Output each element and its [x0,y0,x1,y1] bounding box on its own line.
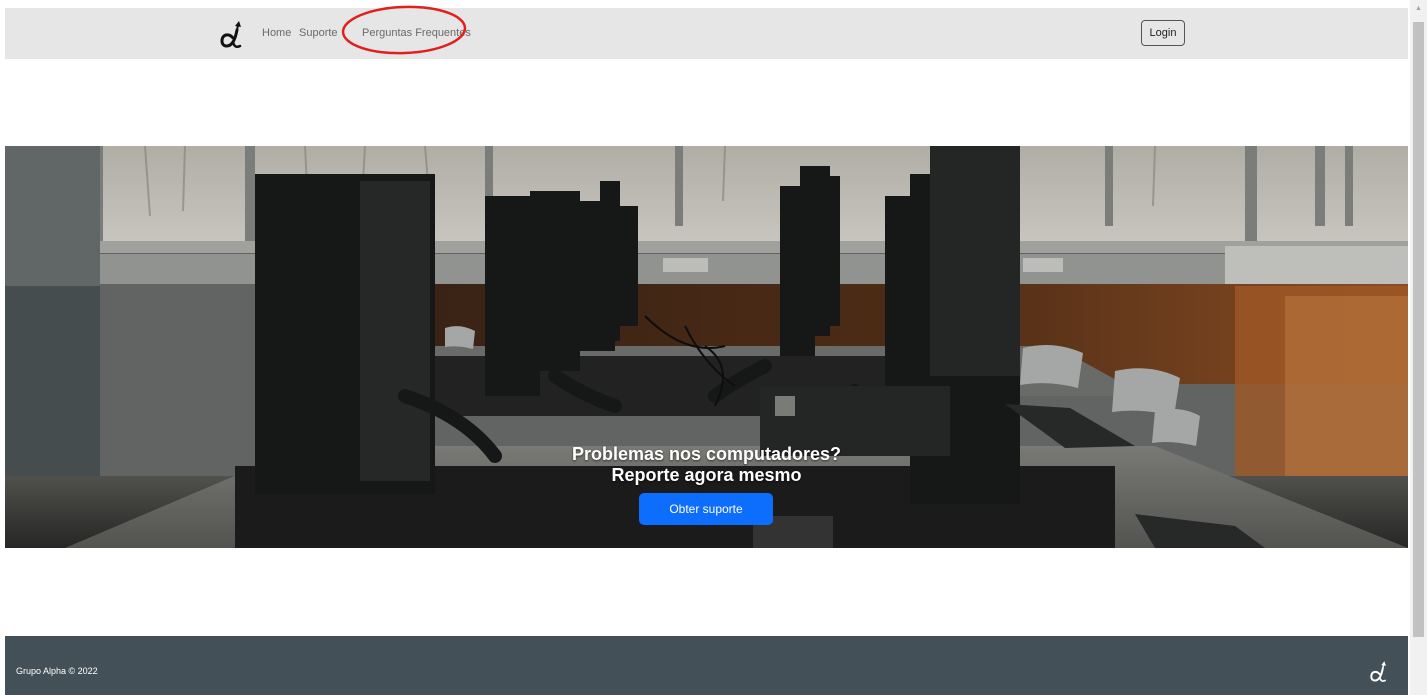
login-button[interactable]: Login [1141,20,1185,46]
page: Home Suporte Perguntas Frequentes Login [0,0,1427,695]
nav-link-suporte[interactable]: Suporte [299,27,338,39]
alpha-logo-icon[interactable] [219,20,245,50]
nav-link-perguntas-frequentes[interactable]: Perguntas Frequentes [362,27,471,39]
alpha-logo-icon [1370,661,1386,682]
hero-heading-line-1: Problemas nos computadores? [571,444,842,464]
footer-copyright: Grupo Alpha © 2022 [16,666,98,676]
scroll-up-arrow-icon[interactable]: ▲ [1410,0,1427,17]
vertical-scrollbar[interactable]: ▲ [1410,0,1427,695]
footer: Grupo Alpha © 2022 [5,636,1408,695]
hero-heading-line-2: Reporte agora mesmo [611,465,802,485]
get-support-button[interactable]: Obter suporte [639,493,773,525]
nav-link-home[interactable]: Home [262,27,291,39]
scrollbar-thumb[interactable] [1413,22,1424,637]
hero-heading: Problemas nos computadores? Reporte agor… [5,444,1408,486]
top-navbar: Home Suporte Perguntas Frequentes Login [5,8,1408,59]
hero-banner: Problemas nos computadores? Reporte agor… [5,146,1408,548]
computer-lab-photo [5,146,1408,548]
